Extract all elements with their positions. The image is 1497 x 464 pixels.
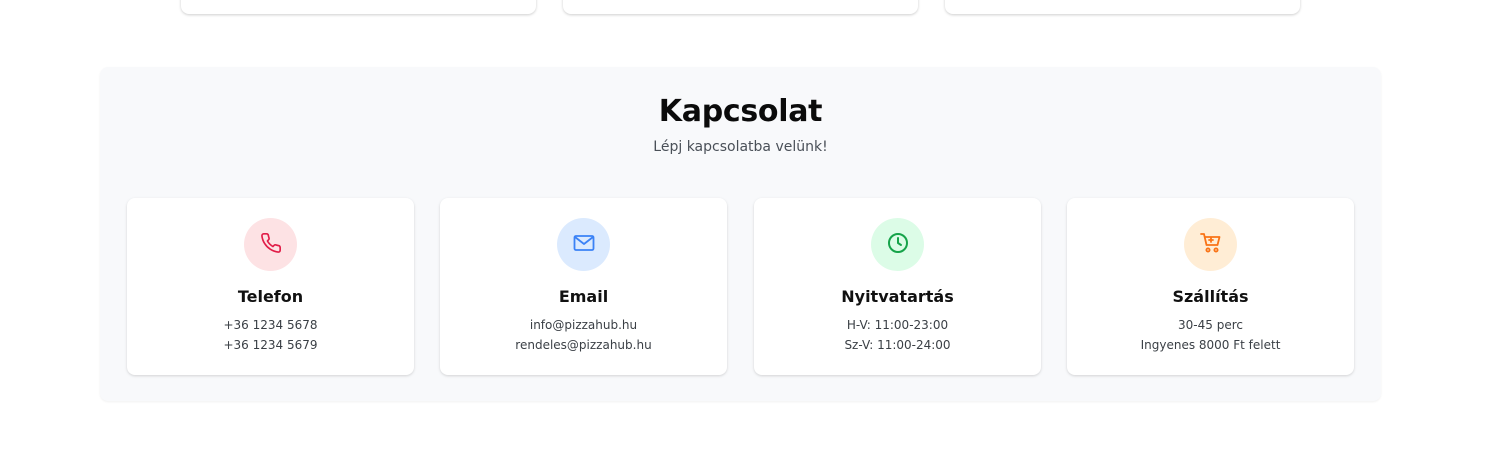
- clock-icon: [886, 231, 910, 259]
- previous-section-card: [945, 0, 1300, 14]
- contact-card-hours: Nyitvatartás H-V: 11:00-23:00 Sz-V: 11:0…: [754, 198, 1041, 375]
- previous-section-card: [181, 0, 536, 14]
- email-orders[interactable]: rendeles@pizzahub.hu: [440, 338, 727, 352]
- card-title: Email: [558, 287, 609, 306]
- delivery-free-threshold: Ingyenes 8000 Ft felett: [1140, 338, 1281, 352]
- delivery-time: 30-45 perc: [1178, 318, 1243, 332]
- contact-card-phone: Telefon +36 1234 5678 +36 1234 5679: [127, 198, 414, 375]
- phone-number-primary[interactable]: +36 1234 5678: [127, 318, 414, 332]
- cart-icon: [1199, 231, 1223, 259]
- email-info[interactable]: info@pizzahub.hu: [440, 318, 727, 332]
- phone-icon-circle: [244, 218, 297, 271]
- hours-weekend: Sz-V: 11:00-24:00: [844, 338, 951, 352]
- cart-icon-circle: [1184, 218, 1237, 271]
- previous-section-card: [563, 0, 918, 14]
- card-title: Nyitvatartás: [841, 287, 954, 306]
- contact-card-email: Email info@pizzahub.hu rendeles@pizzahub…: [440, 198, 727, 375]
- contact-section: Kapcsolat Lépj kapcsolatba velünk! Telef…: [100, 67, 1381, 401]
- section-title: Kapcsolat: [658, 94, 823, 129]
- phone-icon: [260, 232, 282, 258]
- clock-icon-circle: [871, 218, 924, 271]
- card-title: Telefon: [237, 287, 304, 306]
- section-subtitle: Lépj kapcsolatba velünk!: [653, 139, 828, 155]
- mail-icon: [572, 231, 596, 259]
- hours-weekdays: H-V: 11:00-23:00: [846, 318, 949, 332]
- contact-card-delivery: Szállítás 30-45 perc Ingyenes 8000 Ft fe…: [1067, 198, 1354, 375]
- phone-number-secondary[interactable]: +36 1234 5679: [127, 338, 414, 352]
- card-title: Szállítás: [1172, 287, 1249, 306]
- mail-icon-circle: [557, 218, 610, 271]
